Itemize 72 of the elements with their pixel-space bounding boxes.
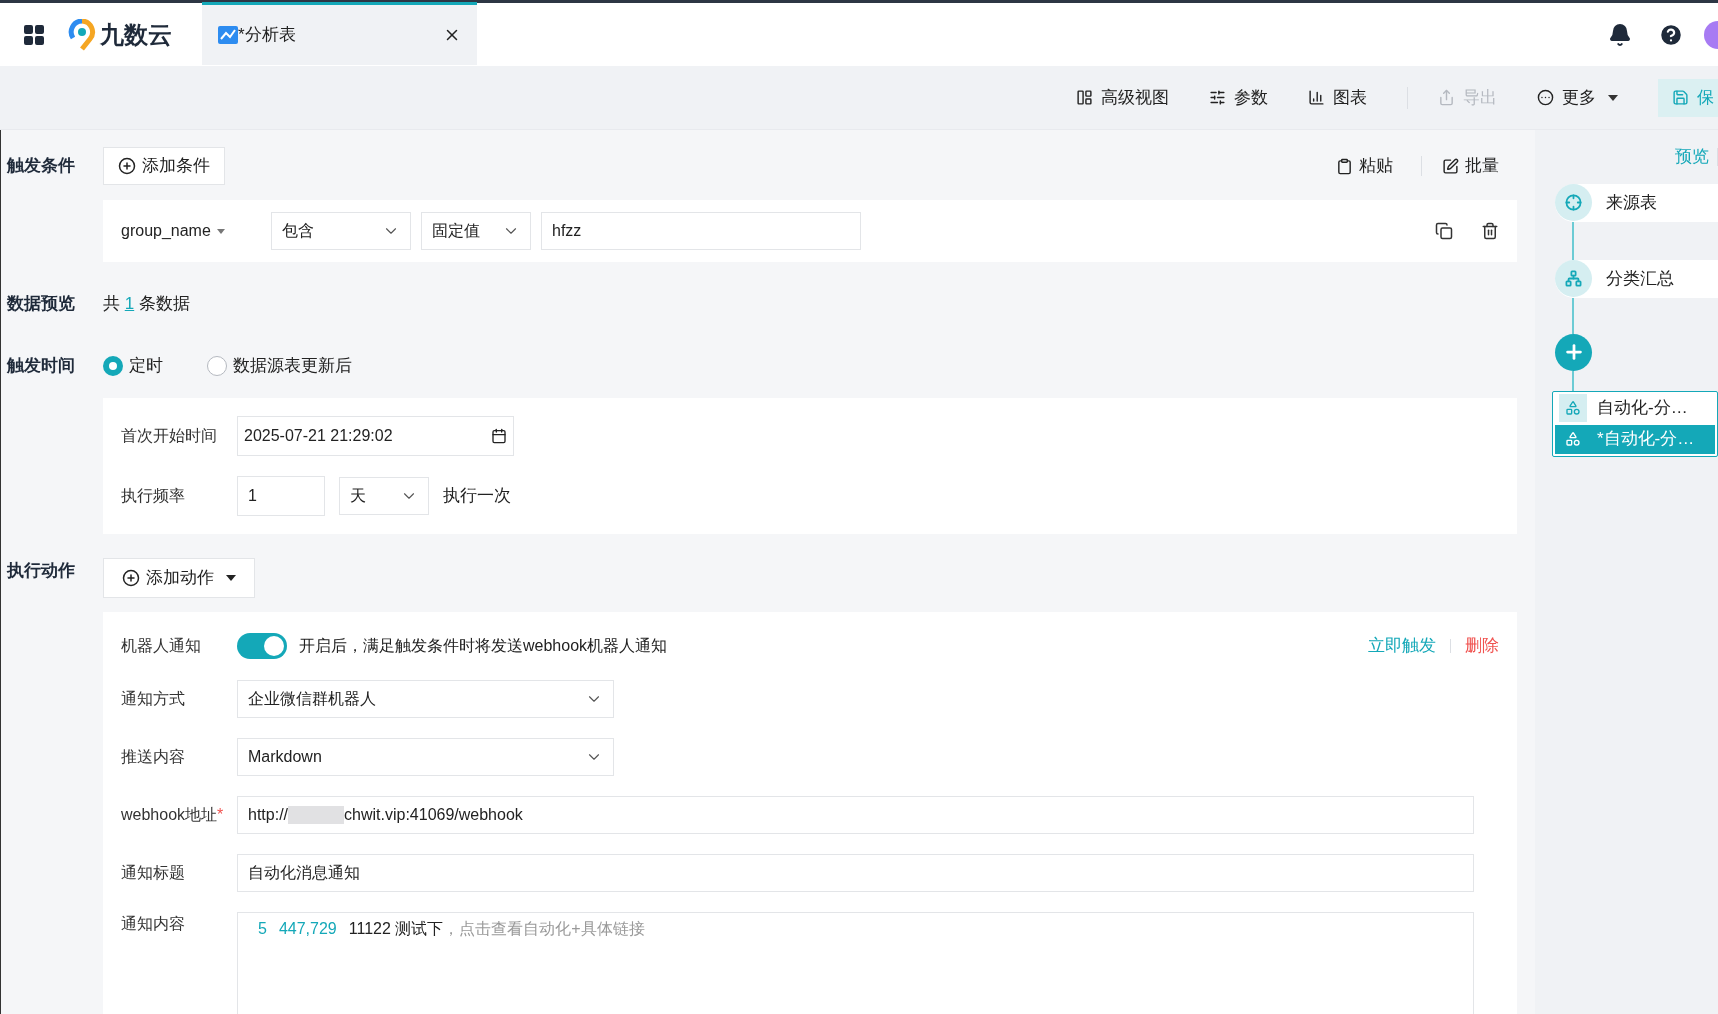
section-label: 数据预览 (7, 293, 76, 316)
content-select[interactable]: Markdown (237, 738, 614, 776)
record-count: 共 1 条数据 (103, 293, 190, 316)
webhook-input[interactable]: http:// chwit.vip:41069/webhook (237, 796, 1474, 834)
blurred-region (288, 806, 345, 824)
frequency-input[interactable]: 1 (237, 476, 325, 516)
toolbar-button[interactable]: 更多 (1537, 84, 1618, 111)
field-label: 通知方式 (121, 689, 186, 709)
line-chart-icon (218, 25, 238, 44)
flow-node[interactable]: 来源表 (1555, 183, 1718, 222)
calendar-icon (491, 428, 507, 444)
delete-link[interactable]: 删除 (1465, 633, 1499, 659)
plus-circle-icon (122, 569, 140, 587)
field-label: 通知内容 (121, 914, 186, 934)
value-input[interactable]: hfzz (541, 212, 861, 250)
flow-node[interactable]: 分类汇总 (1555, 259, 1718, 298)
date-input[interactable]: 2025-07-21 21:29:02 (237, 416, 514, 456)
toolbar-icon (1537, 89, 1554, 106)
document-tab[interactable]: *分析表 (202, 1, 477, 65)
required-mark: * (217, 806, 224, 823)
section-label: 触发时间 (7, 355, 76, 378)
content-textarea[interactable]: 5 447,729 11122 测试下，点击查看自动化+具体链接 (237, 912, 1474, 1014)
delete-icon[interactable] (1481, 222, 1499, 240)
section-label: 执行动作 (7, 560, 76, 582)
toolbar-icon (1308, 89, 1325, 106)
unit-select[interactable]: 天 (339, 477, 429, 515)
paste-button[interactable]: 粘贴 (1336, 153, 1393, 179)
caret-icon (216, 228, 225, 234)
caret-icon (1608, 94, 1618, 101)
radio-option[interactable]: 数据源表更新后 (207, 353, 352, 379)
logo-icon (68, 18, 96, 51)
brand-name: 九数云 (100, 19, 172, 50)
bell-icon[interactable] (1608, 22, 1632, 47)
toolbar-button[interactable]: 高级视图 (1076, 84, 1169, 111)
field-label: 通知标题 (121, 863, 186, 883)
field-label: 机器人通知 (121, 636, 202, 656)
node-icon (1565, 194, 1582, 211)
clipboard-icon (1336, 157, 1353, 175)
field-selector[interactable]: group_name (121, 219, 261, 243)
toolbar-icon (1438, 89, 1455, 106)
section-label: 触发条件 (7, 155, 76, 178)
output-item[interactable]: 自动化-分… (1555, 393, 1715, 423)
field-label: 推送内容 (121, 747, 186, 767)
robot-description: 开启后，满足触发条件时将发送webhook机器人通知 (299, 636, 668, 656)
radio-option[interactable]: 定时 (103, 353, 163, 379)
app-grid-icon[interactable] (22, 22, 46, 47)
edit-icon (1442, 157, 1459, 175)
node-icon (1565, 270, 1582, 287)
title-input[interactable]: 自动化消息通知 (237, 854, 1474, 892)
toolbar-button[interactable]: 图表 (1308, 84, 1367, 111)
toolbar-icon (1076, 89, 1093, 106)
value-type-select[interactable]: 固定值 (421, 212, 531, 250)
toggle-switch[interactable] (237, 633, 287, 659)
automation-icon (1565, 400, 1581, 416)
frequency-suffix: 执行一次 (443, 485, 511, 508)
caret-icon (226, 575, 236, 581)
operator-select[interactable]: 包含 (271, 212, 411, 250)
add-node-button[interactable] (1555, 333, 1592, 371)
method-select[interactable]: 企业微信群机器人 (237, 680, 614, 718)
add-condition-button[interactable]: 添加条件 (103, 147, 225, 185)
toggle-knob (264, 636, 284, 656)
copy-icon[interactable] (1435, 222, 1453, 240)
batch-button[interactable]: 批量 (1442, 153, 1499, 179)
toolbar-icon (1209, 89, 1226, 106)
automation-icon (1565, 431, 1581, 447)
plus-circle-icon (118, 157, 136, 175)
toolbar-button[interactable]: 参数 (1209, 84, 1268, 111)
save-icon (1672, 89, 1689, 106)
field-label: 执行频率 (121, 486, 186, 506)
field-label: 首次开始时间 (121, 426, 218, 446)
add-action-button[interactable]: 添加动作 (103, 558, 255, 598)
field-label: webhook地址* (121, 805, 225, 825)
